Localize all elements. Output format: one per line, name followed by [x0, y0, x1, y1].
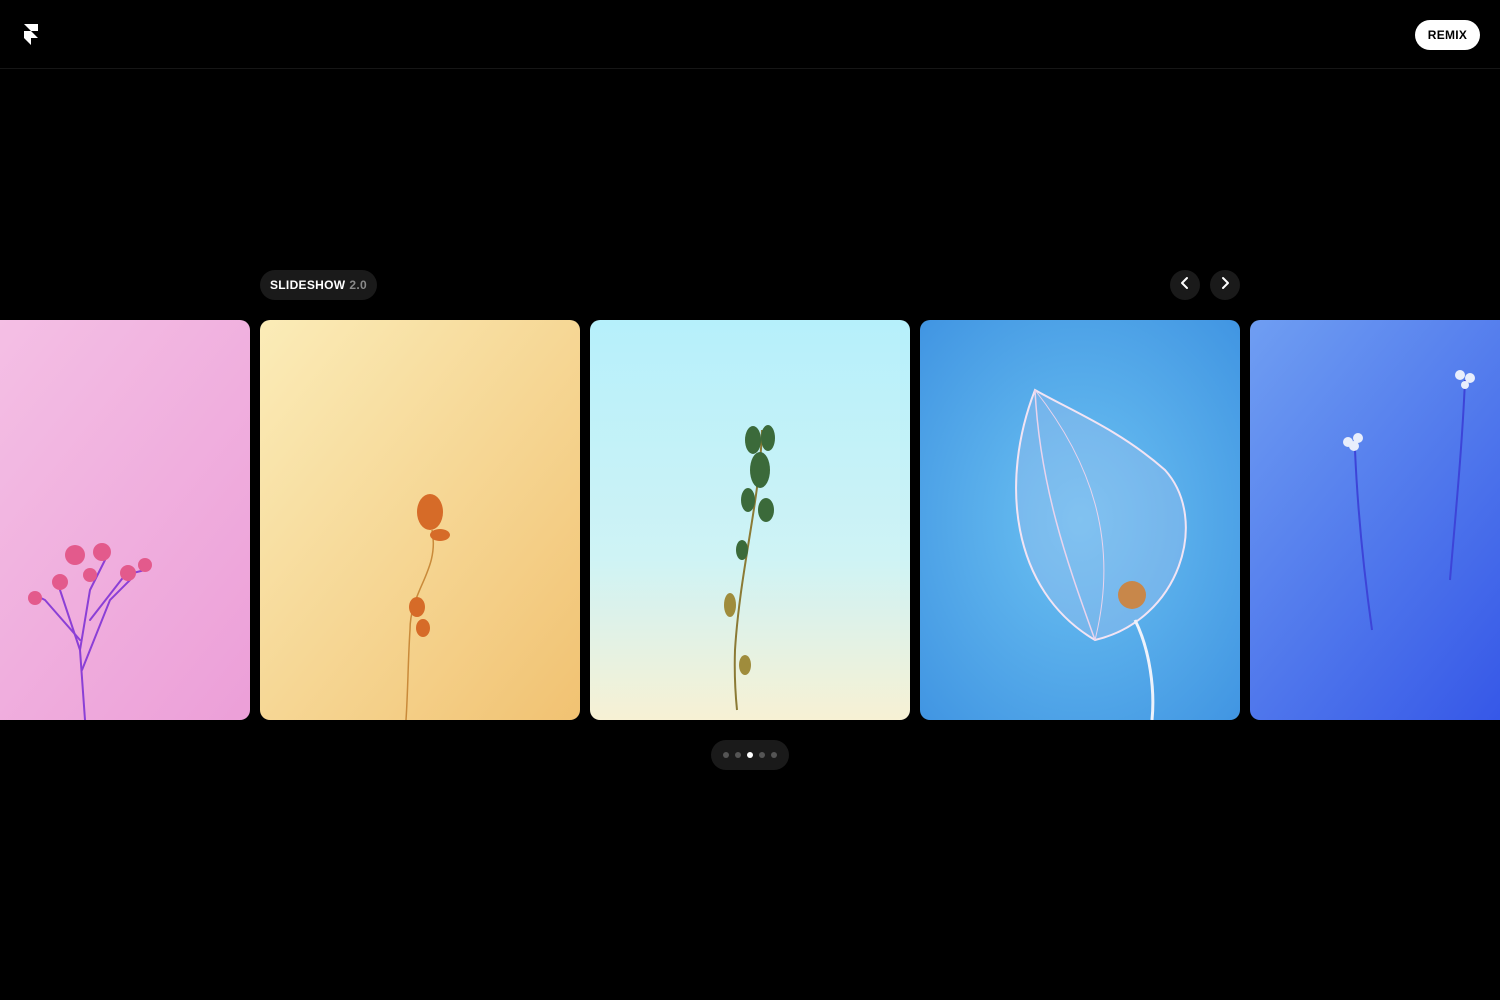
pagination-dot[interactable]	[735, 752, 741, 758]
remix-button[interactable]: REMIX	[1415, 20, 1480, 50]
page: REMIX SLIDESHOW 2.0	[0, 0, 1500, 1000]
slideshow-version: 2.0	[349, 278, 367, 292]
pagination-dots	[711, 740, 789, 770]
pagination-dot-active[interactable]	[747, 752, 753, 758]
dried-orange-flower-image	[260, 320, 580, 720]
top-bar: REMIX	[0, 0, 1500, 69]
previous-slide-button[interactable]	[1170, 270, 1200, 300]
slide-dried-orange-flower[interactable]	[260, 320, 580, 720]
pagination-dot[interactable]	[759, 752, 765, 758]
pink-wildflower-image	[0, 320, 250, 720]
slideshow-title: SLIDESHOW	[270, 278, 346, 292]
pagination-dot[interactable]	[771, 752, 777, 758]
slide-pink-wildflower[interactable]	[0, 320, 250, 720]
green-dried-herb-image	[590, 320, 910, 720]
framer-logo-icon[interactable]	[24, 24, 40, 48]
slide-green-dried-herb[interactable]	[590, 320, 910, 720]
chevron-right-icon	[1219, 276, 1231, 295]
physalis-lantern-image	[920, 320, 1240, 720]
blue-small-flowers-image	[1250, 320, 1500, 720]
chevron-left-icon	[1179, 276, 1191, 295]
slide-blue-small-flowers[interactable]	[1250, 320, 1500, 720]
pagination-dot[interactable]	[723, 752, 729, 758]
slideshow-badge: SLIDESHOW 2.0	[260, 270, 377, 300]
slide-physalis-lantern[interactable]	[920, 320, 1240, 720]
next-slide-button[interactable]	[1210, 270, 1240, 300]
